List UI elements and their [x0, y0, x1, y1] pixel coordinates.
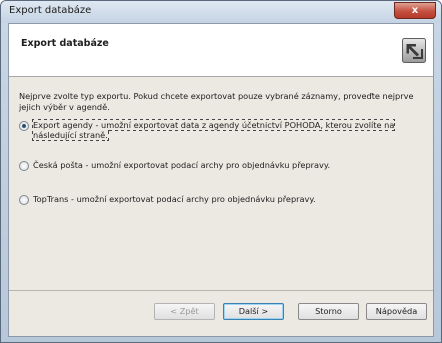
- back-button[interactable]: < Zpět: [154, 303, 215, 320]
- close-button[interactable]: x: [394, 2, 436, 19]
- option-label: TopTrans - umožní exportovat podací arch…: [33, 194, 316, 204]
- dialog-client-area: Export databáze Nejprve zvolte typ expor…: [8, 23, 434, 337]
- window-title: Export databáze: [9, 5, 92, 16]
- wizard-header: Export databáze: [9, 24, 433, 77]
- option-export-agendy[interactable]: Export agendy - umožní exportovat data z…: [19, 119, 427, 144]
- cancel-button[interactable]: Storno: [298, 303, 359, 320]
- option-toptrans[interactable]: TopTrans - umožní exportovat podací arch…: [19, 194, 427, 206]
- option-label: Export agendy - umožní exportovat data z…: [31, 119, 396, 141]
- close-icon[interactable]: x: [412, 5, 418, 16]
- next-button[interactable]: Další >: [223, 303, 284, 320]
- help-button[interactable]: Nápověda: [366, 303, 427, 320]
- option-ceska-posta[interactable]: Česká pošta - umožní exportovat podací a…: [19, 160, 427, 172]
- radio-ceska-posta[interactable]: [19, 161, 29, 171]
- title-bar[interactable]: Export databáze x: [1, 1, 441, 23]
- page-title: Export databáze: [21, 38, 109, 49]
- intro-text: Nejprve zvolte typ exportu. Pokud chcete…: [19, 91, 414, 112]
- footer-divider: [9, 290, 433, 291]
- radio-export-agendy[interactable]: [19, 121, 29, 131]
- radio-toptrans[interactable]: [19, 195, 29, 205]
- export-arrow-icon: [402, 38, 426, 63]
- option-label: Česká pošta - umožní exportovat podací a…: [33, 160, 331, 170]
- export-dialog-window: Export databáze x Export databáze Nejprv…: [0, 0, 442, 343]
